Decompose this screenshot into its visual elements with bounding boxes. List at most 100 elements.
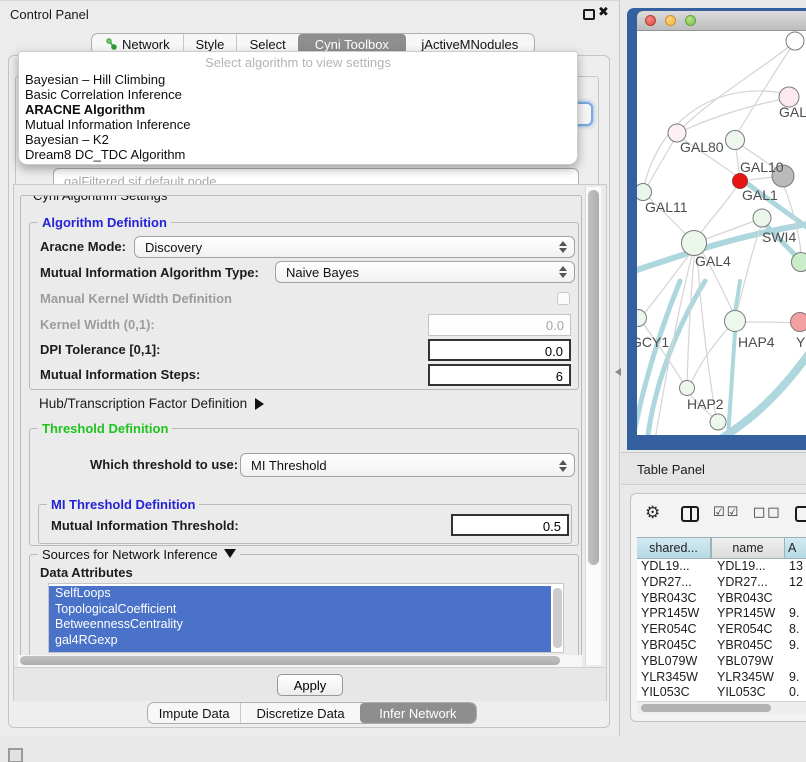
collapsed-panel-icon[interactable] xyxy=(8,748,23,762)
dropdown-item[interactable]: Bayesian – Hill Climbing xyxy=(19,72,577,87)
which-threshold-label: Which threshold to use: xyxy=(90,457,238,472)
list-scrollbar[interactable] xyxy=(553,588,562,648)
column-header-name[interactable]: name xyxy=(711,537,785,559)
hub-definition-toggle[interactable]: Hub/Transcription Factor Definition xyxy=(39,396,270,411)
stepper-icon xyxy=(558,240,567,254)
which-threshold-select[interactable]: MI Threshold xyxy=(240,453,575,477)
node-swi4[interactable] xyxy=(753,209,771,227)
dropdown-item-selected[interactable]: ARACNE Algorithm xyxy=(19,102,577,117)
svg-text:GAL80: GAL80 xyxy=(680,139,724,155)
expand-right-icon xyxy=(255,398,270,410)
table-row[interactable]: YBL079WYBL079W xyxy=(637,654,806,670)
manual-kernel-checkbox[interactable] xyxy=(557,292,570,305)
table-row[interactable]: YLR345WYLR345W9. xyxy=(637,670,806,686)
dropdown-item[interactable]: Mutual Information Inference xyxy=(19,117,577,132)
dropdown-item[interactable]: Dream8 DC_TDC Algorithm xyxy=(19,147,577,162)
node-hap2[interactable] xyxy=(680,381,695,396)
node[interactable] xyxy=(792,253,806,272)
control-panel-window: Control Panel ✖ Network Style Select Cyn… xyxy=(0,0,620,736)
svg-text:GAL10: GAL10 xyxy=(740,159,784,175)
mi-type-select[interactable]: Naive Bayes xyxy=(275,261,575,283)
aracne-mode-select[interactable]: Discovery xyxy=(134,236,575,258)
stepper-icon xyxy=(558,265,567,279)
table-row[interactable]: YDL19...YDL19...13 xyxy=(637,559,806,575)
sources-group: Sources for Network Inference Data Attri… xyxy=(29,554,579,661)
minimize-traffic-light-icon[interactable] xyxy=(665,15,676,26)
list-item[interactable]: SelfLoops xyxy=(49,586,551,602)
network-canvas[interactable]: GAL GAL80 GAL10 GAL1 GAL11 SWI4 GAL4 GCY… xyxy=(637,31,806,435)
node-gal11[interactable] xyxy=(637,184,652,201)
svg-text:GAL: GAL xyxy=(779,104,806,120)
mi-steps-label: Mutual Information Steps: xyxy=(40,367,200,382)
svg-text:SWI4: SWI4 xyxy=(762,229,796,245)
split-columns-icon[interactable] xyxy=(681,506,699,522)
attribute-list: SelfLoops TopologicalCoefficient Between… xyxy=(48,583,564,653)
clear-all-checkboxes-icon[interactable]: □□ xyxy=(753,505,782,520)
node-gal10[interactable] xyxy=(726,131,745,150)
collapse-down-icon xyxy=(224,549,236,564)
tab-impute-data[interactable]: Impute Data xyxy=(148,703,240,723)
table-row[interactable]: YER054CYER054C8. xyxy=(637,622,806,638)
manual-kernel-label: Manual Kernel Width Definition xyxy=(40,291,232,306)
threshold-definition-group: Threshold Definition Which threshold to … xyxy=(29,428,579,546)
table-horizontal-scrollbar[interactable] xyxy=(637,701,806,714)
settings-vertical-scrollbar[interactable] xyxy=(585,187,601,665)
svg-text:GCY1: GCY1 xyxy=(637,334,669,350)
apply-strip: Apply xyxy=(14,667,606,701)
stepper-icon xyxy=(558,459,567,473)
dropdown-item[interactable]: Basic Correlation Inference xyxy=(19,87,577,102)
mi-threshold-group: MI Threshold Definition Mutual Informati… xyxy=(38,504,572,544)
mi-steps-field[interactable]: 6 xyxy=(428,364,571,386)
node-gal4[interactable] xyxy=(682,231,707,256)
tab-discretize-data[interactable]: Discretize Data xyxy=(240,703,359,723)
node-hap4[interactable] xyxy=(725,311,746,332)
column-header-partial[interactable]: A xyxy=(785,537,806,559)
node-salmon[interactable] xyxy=(791,313,806,332)
apply-button[interactable]: Apply xyxy=(277,674,343,696)
table-panel-titlebar: Table Panel xyxy=(621,452,806,485)
svg-text:GAL11: GAL11 xyxy=(645,199,688,215)
table-row[interactable]: YIL053CYIL053C0. xyxy=(637,685,806,701)
node[interactable] xyxy=(710,414,726,430)
gear-icon[interactable]: ⚙ xyxy=(645,503,660,523)
panel-icon-partial[interactable] xyxy=(795,506,806,522)
close-traffic-light-icon[interactable] xyxy=(645,15,656,26)
float-window-icon[interactable] xyxy=(583,9,595,20)
close-icon[interactable]: ✖ xyxy=(598,5,609,20)
mi-threshold-label: Mutual Information Threshold: xyxy=(51,518,239,533)
zoom-traffic-light-icon[interactable] xyxy=(685,15,696,26)
list-item[interactable]: BetweennessCentrality xyxy=(49,617,551,633)
table-row[interactable]: YDR27...YDR27...12 xyxy=(637,575,806,591)
dropdown-item[interactable]: Bayesian – K2 xyxy=(19,132,577,147)
sources-toggle[interactable]: Sources for Network Inference xyxy=(38,547,240,564)
list-item[interactable]: TopologicalCoefficient xyxy=(49,602,551,618)
network-window-titlebar[interactable] xyxy=(637,11,806,31)
data-attributes-label: Data Attributes xyxy=(40,565,133,580)
kernel-width-label: Kernel Width (0,1): xyxy=(40,317,155,332)
settings-horizontal-scrollbar[interactable] xyxy=(18,655,582,667)
table-row[interactable]: YBR043CYBR043C xyxy=(637,591,806,607)
mi-threshold-field[interactable]: 0.5 xyxy=(451,514,569,536)
svg-text:Y: Y xyxy=(796,334,806,350)
panel-splitter-handle[interactable] xyxy=(611,368,621,376)
algorithm-dropdown: Select algorithm to view settings Bayesi… xyxy=(18,51,578,165)
aracne-mode-label: Aracne Mode: xyxy=(40,239,126,254)
select-all-checkboxes-icon[interactable]: ☑☑ xyxy=(713,505,740,520)
table-row[interactable]: YBR045CYBR045C9. xyxy=(637,638,806,654)
kernel-width-field[interactable]: 0.0 xyxy=(428,314,571,336)
node[interactable] xyxy=(786,32,804,50)
svg-text:HAP2: HAP2 xyxy=(687,396,724,412)
mi-type-label: Mutual Information Algorithm Type: xyxy=(40,265,259,280)
table-panel-title: Table Panel xyxy=(637,462,705,477)
control-panel-title: Control Panel xyxy=(10,7,89,22)
dpi-tolerance-field[interactable]: 0.0 xyxy=(428,339,571,361)
svg-text:HAP4: HAP4 xyxy=(738,334,775,350)
table-row[interactable]: YPR145WYPR145W9. xyxy=(637,606,806,622)
cyni-bottom-tabbar: Impute Data Discretize Data Infer Networ… xyxy=(147,702,477,724)
tab-infer-network[interactable]: Infer Network xyxy=(360,703,476,723)
list-item-partial xyxy=(49,648,551,653)
list-item[interactable]: gal4RGexp xyxy=(49,633,551,649)
table-panel: ⚙ ☑☑ □□ shared... name A YDL19...YDL19..… xyxy=(630,493,806,722)
algorithm-definition-group: Algorithm Definition Aracne Mode: Discov… xyxy=(29,222,579,390)
column-header-shared-name[interactable]: shared... xyxy=(637,537,711,559)
